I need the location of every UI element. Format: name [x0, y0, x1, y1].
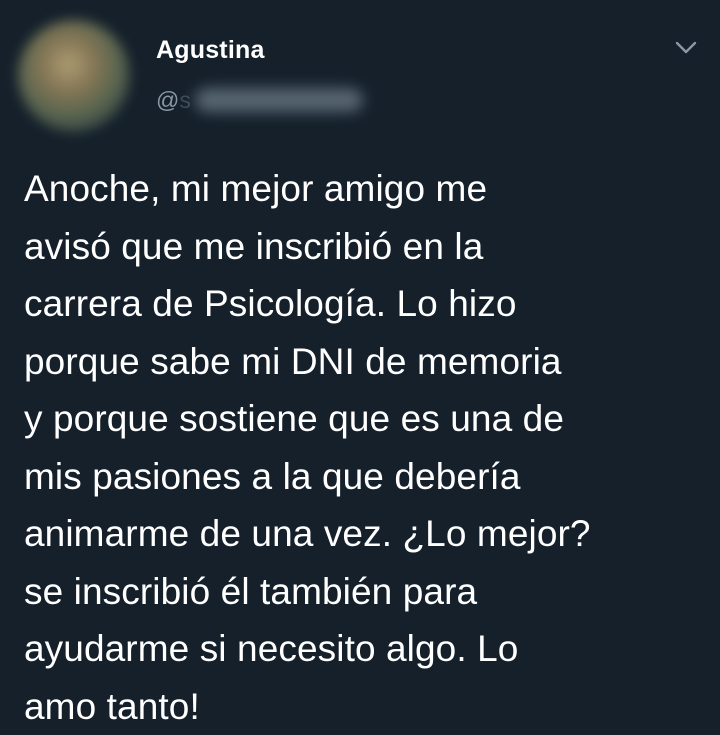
handle-at-sign: @s [156, 86, 191, 113]
author-handle[interactable]: @s [156, 84, 363, 116]
tweet-card[interactable]: Agustina @s Anoche, mi mejor amigo me av… [0, 0, 720, 727]
chevron-down-icon[interactable] [672, 34, 700, 62]
avatar[interactable] [18, 20, 130, 132]
tweet-text: Anoche, mi mejor amigo me avisó que me i… [24, 168, 591, 727]
chevron-down-icon-svg [675, 41, 697, 54]
handle-blurred-text [194, 88, 363, 112]
author-display-name[interactable]: Agustina [156, 36, 265, 65]
